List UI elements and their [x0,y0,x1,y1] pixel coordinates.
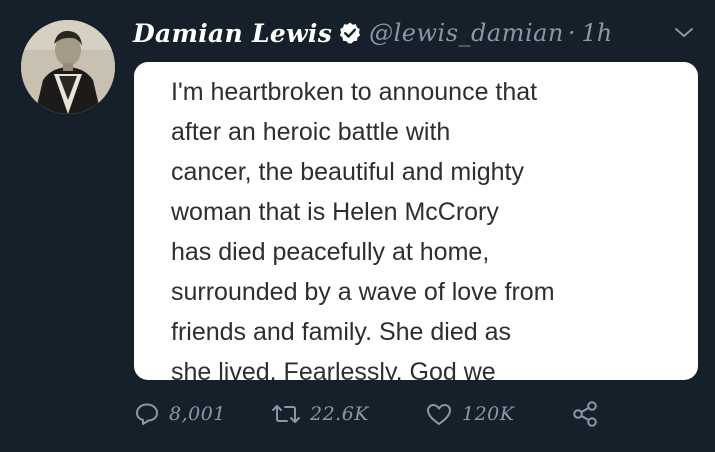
image-text-line: after an heroic battle with [171,118,451,146]
tweet[interactable]: Damian Lewis @lewis_damian · 1h I'm hear… [0,0,715,452]
image-text-line: cancer, the beautiful and mighty [171,158,525,186]
timestamp[interactable]: 1h [582,19,613,47]
reply-icon [136,403,158,425]
heart-icon [427,404,451,425]
tweet-actions: 8,001 22.6K 120K [133,398,613,430]
like-button[interactable]: 120K [424,398,514,430]
image-text-line: has died peacefully at home, [171,238,490,266]
image-text-line: woman that is Helen McCrory [171,198,499,226]
retweet-count: 22.6K [310,403,369,425]
avatar-photo [21,20,115,114]
retweet-icon [272,405,300,423]
image-text-line: friends and family. She died as [171,318,512,346]
reply-count: 8,001 [169,403,226,425]
avatar[interactable] [21,20,115,114]
image-text: I'm heartbroken to announce that after a… [171,72,691,380]
reply-button[interactable]: 8,001 [133,398,226,430]
user-handle[interactable]: @lewis_damian [369,19,564,47]
like-count: 120K [462,403,515,425]
tweet-header: Damian Lewis @lewis_damian · 1h [133,14,612,52]
chevron-down-icon[interactable] [670,20,698,44]
image-text-line: she lived. Fearlessly. God we [171,358,496,380]
retweet-button[interactable]: 22.6K [270,398,369,430]
separator-dot: · [567,19,576,47]
share-button[interactable] [570,398,600,430]
share-icon [573,401,597,427]
tweet-image[interactable]: I'm heartbroken to announce that after a… [134,62,698,380]
verified-badge-icon [338,21,362,45]
image-text-line: I'm heartbroken to announce that [171,78,538,106]
image-text-line: surrounded by a wave of love from [171,278,555,306]
display-name[interactable]: Damian Lewis [133,19,332,48]
